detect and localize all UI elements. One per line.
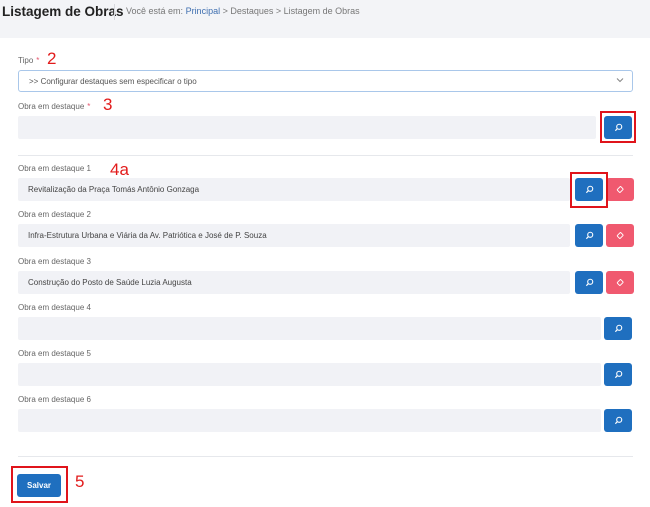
item-2-clear-button[interactable] bbox=[606, 224, 634, 247]
item-2-label: Obra em destaque 2 bbox=[18, 210, 91, 219]
search-icon bbox=[614, 324, 622, 333]
eraser-icon bbox=[616, 279, 624, 286]
eraser-icon bbox=[616, 186, 624, 193]
item-2-search-button[interactable] bbox=[575, 224, 603, 247]
item-5-search-button[interactable] bbox=[604, 363, 632, 386]
highlight-box bbox=[570, 172, 608, 208]
search-icon bbox=[614, 416, 622, 425]
tipo-label: Tipo * bbox=[18, 56, 40, 65]
item-4-input[interactable] bbox=[18, 317, 601, 340]
item-3-input[interactable]: Construção do Posto de Saúde Luzia Augus… bbox=[18, 271, 570, 294]
annotation-3: 3 bbox=[103, 95, 113, 114]
highlight-box bbox=[11, 466, 68, 503]
item-6-label: Obra em destaque 6 bbox=[18, 395, 91, 404]
tipo-select[interactable]: >> Configurar destaques sem especificar … bbox=[18, 70, 633, 92]
item-4-search-button[interactable] bbox=[604, 317, 632, 340]
divider bbox=[18, 155, 633, 156]
item-3-search-button[interactable] bbox=[575, 271, 603, 294]
breadcrumb-prefix: Você está em: bbox=[126, 6, 184, 16]
annotation-5: 5 bbox=[75, 472, 85, 491]
eraser-icon bbox=[616, 232, 624, 239]
chevron-down-icon bbox=[616, 78, 624, 83]
breadcrumb: Você está em: Principal > Destaques > Li… bbox=[126, 6, 360, 16]
search-icon bbox=[585, 278, 593, 287]
item-4-label: Obra em destaque 4 bbox=[18, 303, 91, 312]
obra-input[interactable] bbox=[18, 116, 596, 139]
breadcrumb-rest: > Destaques > Listagem de Obras bbox=[220, 6, 360, 16]
item-5-input[interactable] bbox=[18, 363, 601, 386]
item-3-label: Obra em destaque 3 bbox=[18, 257, 91, 266]
item-1-label: Obra em destaque 1 bbox=[18, 164, 91, 173]
page-title: Listagem de Obras bbox=[2, 4, 124, 19]
annotation-2: 2 bbox=[47, 49, 57, 68]
item-1-clear-button[interactable] bbox=[606, 178, 634, 201]
divider bbox=[18, 456, 633, 457]
item-5-label: Obra em destaque 5 bbox=[18, 349, 91, 358]
annotation-4a: 4a bbox=[110, 160, 129, 179]
item-6-search-button[interactable] bbox=[604, 409, 632, 432]
highlight-box bbox=[600, 111, 636, 143]
search-icon bbox=[614, 370, 622, 379]
item-3-clear-button[interactable] bbox=[606, 271, 634, 294]
item-1-input[interactable]: Revitalização da Praça Tomás Antônio Gon… bbox=[18, 178, 570, 201]
required-mark: * bbox=[87, 102, 91, 111]
tipo-select-value: >> Configurar destaques sem especificar … bbox=[29, 77, 197, 86]
item-2-input[interactable]: Infra-Estrutura Urbana e Viária da Av. P… bbox=[18, 224, 570, 247]
top-bar: Listagem de Obras Você está em: Principa… bbox=[0, 0, 650, 30]
obra-label: Obra em destaque * bbox=[18, 102, 91, 111]
divider bbox=[114, 4, 115, 20]
search-icon bbox=[585, 231, 593, 240]
required-mark: * bbox=[36, 56, 40, 65]
item-6-input[interactable] bbox=[18, 409, 601, 432]
breadcrumb-link-principal[interactable]: Principal bbox=[186, 6, 221, 16]
